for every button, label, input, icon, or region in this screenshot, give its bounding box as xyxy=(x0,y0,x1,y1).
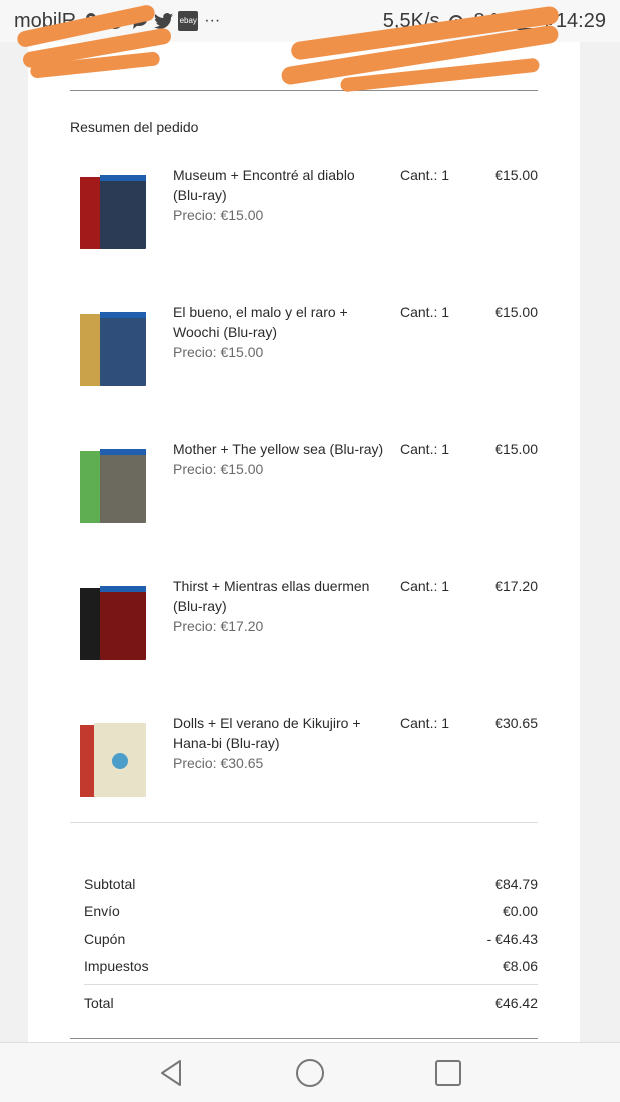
shipping-value: €0.00 xyxy=(502,903,538,919)
product-line-total: €15.00 xyxy=(495,167,538,183)
recents-icon[interactable] xyxy=(432,1057,464,1089)
product-quantity: Cant.: 1 xyxy=(400,715,450,731)
taxes-label: Impuestos xyxy=(84,958,149,974)
taxes-value: €8.06 xyxy=(502,958,538,974)
divider xyxy=(70,822,538,823)
product-cover-image xyxy=(80,312,146,386)
back-icon[interactable] xyxy=(156,1057,188,1089)
product-line-total: €17.20 xyxy=(495,578,538,594)
product-quantity: Cant.: 1 xyxy=(400,304,450,320)
total-row: Total €46.42 xyxy=(84,995,538,1011)
product-line-total: €15.00 xyxy=(495,441,538,457)
total-value: €46.42 xyxy=(495,995,538,1011)
total-label: Total xyxy=(84,995,114,1011)
order-item: El bueno, el malo y el raro + Woochi (Bl… xyxy=(70,302,538,422)
product-title[interactable]: El bueno, el malo y el raro + Woochi (Bl… xyxy=(173,304,348,340)
taxes-row: Impuestos €8.06 xyxy=(84,958,538,974)
product-quantity: Cant.: 1 xyxy=(400,167,450,183)
order-summary-card: Resumen del pedido Museum + Encontré al … xyxy=(28,42,580,1042)
home-icon[interactable] xyxy=(294,1057,326,1089)
coupon-value: - €46.43 xyxy=(486,931,538,947)
product-quantity: Cant.: 1 xyxy=(400,441,450,457)
order-item: Mother + The yellow sea (Blu-ray) Precio… xyxy=(70,439,538,559)
product-price: Precio: €17.20 xyxy=(173,618,264,634)
product-price: Precio: €30.65 xyxy=(173,755,264,771)
subtotal-label: Subtotal xyxy=(84,876,136,892)
divider xyxy=(84,984,538,985)
subtotal-value: €84.79 xyxy=(495,876,538,892)
product-cover-image xyxy=(80,449,146,523)
product-price: Precio: €15.00 xyxy=(173,461,264,477)
product-name[interactable]: Dolls + El verano de Kikujiro + Hana-bi … xyxy=(173,713,388,773)
product-cover-image xyxy=(80,586,146,660)
section-title: Resumen del pedido xyxy=(70,119,199,135)
product-title[interactable]: Dolls + El verano de Kikujiro + Hana-bi … xyxy=(173,715,361,751)
product-name[interactable]: Thirst + Mientras ellas duermen (Blu-ray… xyxy=(173,576,388,636)
divider xyxy=(70,90,538,91)
product-line-total: €15.00 xyxy=(495,304,538,320)
subtotal-row: Subtotal €84.79 xyxy=(84,876,538,892)
clock: 14:29 xyxy=(555,9,606,32)
product-title[interactable]: Museum + Encontré al diablo (Blu-ray) xyxy=(173,167,355,203)
product-title[interactable]: Thirst + Mientras ellas duermen (Blu-ray… xyxy=(173,578,369,614)
more-icon: ··· xyxy=(204,12,221,29)
order-item: Dolls + El verano de Kikujiro + Hana-bi … xyxy=(70,713,538,833)
system-nav-bar xyxy=(0,1042,620,1102)
coupon-label: Cupón xyxy=(84,931,126,947)
coupon-row: Cupón - €46.43 xyxy=(84,931,538,947)
shipping-row: Envío €0.00 xyxy=(84,903,538,919)
divider xyxy=(70,1038,538,1039)
product-name[interactable]: El bueno, el malo y el raro + Woochi (Bl… xyxy=(173,302,388,362)
ebay-icon: ebay xyxy=(178,11,199,31)
product-line-total: €30.65 xyxy=(495,715,538,731)
product-name[interactable]: Museum + Encontré al diablo (Blu-ray) Pr… xyxy=(173,165,388,225)
product-price: Precio: €15.00 xyxy=(173,207,264,223)
product-name[interactable]: Mother + The yellow sea (Blu-ray) Precio… xyxy=(173,439,388,479)
product-title[interactable]: Mother + The yellow sea (Blu-ray) xyxy=(173,441,383,457)
shipping-label: Envío xyxy=(84,903,120,919)
order-item: Museum + Encontré al diablo (Blu-ray) Pr… xyxy=(70,165,538,285)
product-price: Precio: €15.00 xyxy=(173,344,264,360)
product-quantity: Cant.: 1 xyxy=(400,578,450,594)
product-cover-image xyxy=(80,723,146,797)
product-cover-image xyxy=(80,175,146,249)
order-item: Thirst + Mientras ellas duermen (Blu-ray… xyxy=(70,576,538,696)
